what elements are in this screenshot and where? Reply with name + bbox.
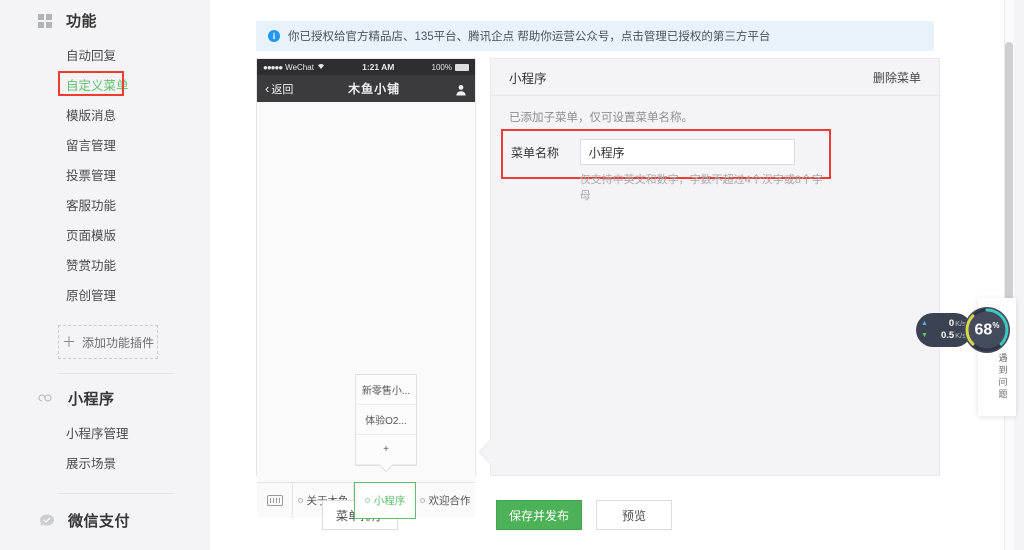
editor-title: 小程序 xyxy=(509,71,547,86)
sidebar-item-customer-service[interactable]: 客服功能 xyxy=(0,191,210,221)
page-scrollbar-thumb[interactable] xyxy=(1005,42,1013,310)
sidebar-feature-items: 自动回复 自定义菜单 模版消息 留言管理 投票管理 客服功能 页面模版 赞赏功能… xyxy=(0,41,210,311)
editor-pointer-arrow xyxy=(478,440,502,464)
sidebar-item-vote-manage[interactable]: 投票管理 xyxy=(0,161,210,191)
phone-back-button[interactable]: ‹ 返回 xyxy=(265,81,293,97)
grid-icon xyxy=(38,13,54,29)
submenu-dot-icon xyxy=(297,498,303,503)
menu-tab-miniprogram[interactable]: 小程序 xyxy=(354,482,416,519)
wechat-pay-icon xyxy=(38,512,56,530)
gauge-value: 68% xyxy=(975,321,1000,339)
sidebar-group-miniprogram-header[interactable]: 小程序 xyxy=(0,378,210,419)
chevron-left-icon: ‹ xyxy=(265,81,270,96)
editor-description: 已添加子菜单，仅可设置菜单名称。 xyxy=(509,112,693,124)
phone-preview: ●●●●● WeChat 1:21 AM 100% ‹ 返回 木鱼小铺 新零售小… xyxy=(256,58,476,519)
editor-header: 小程序 删除菜单 xyxy=(491,59,939,96)
preview-button[interactable]: 预览 xyxy=(596,500,672,530)
authorization-notice-banner: i 你已授权给官方精品店、135平台、腾讯企点 帮助你运营公众号，点击管理已授权… xyxy=(256,21,934,51)
sidebar-group-wechat-pay-title: 微信支付 xyxy=(68,513,131,530)
cpu-gauge-widget[interactable]: 68% xyxy=(964,307,1010,353)
sidebar-group-feature-header: 功能 xyxy=(0,0,210,41)
sidebar-item-page-template[interactable]: 页面模版 xyxy=(0,221,210,251)
download-speed-value: 0.5 xyxy=(940,330,955,341)
miniprogram-icon xyxy=(38,390,56,408)
sidebar-item-miniprogram-manage[interactable]: 小程序管理 xyxy=(0,419,210,449)
delete-menu-link[interactable]: 删除菜单 xyxy=(873,69,921,86)
sidebar-item-original-manage[interactable]: 原创管理 xyxy=(0,281,210,311)
sidebar-item-comment-manage[interactable]: 留言管理 xyxy=(0,131,210,161)
phone-status-bar: ●●●●● WeChat 1:21 AM 100% xyxy=(257,59,475,75)
page-scrollbar-track[interactable] xyxy=(1004,0,1014,550)
upload-arrow-icon: ▲ xyxy=(921,320,928,327)
phone-nav-bar: ‹ 返回 木鱼小铺 xyxy=(257,75,475,102)
gauge-number: 68 xyxy=(974,321,993,339)
phone-time: 1:21 AM xyxy=(362,62,395,72)
menu-name-hint: 仅支持中英文和数字，字数不超过4个汉字或8个字母 xyxy=(579,174,823,202)
gauge-percent-sign: % xyxy=(992,320,1000,330)
menu-name-input[interactable] xyxy=(579,139,795,165)
menu-tab-cooperation-label: 欢迎合作 xyxy=(428,495,471,507)
submenu-item-2[interactable]: 体验O2... xyxy=(356,405,416,435)
submenu-dot-icon xyxy=(419,498,425,503)
menu-tab-cooperation[interactable]: 欢迎合作 xyxy=(415,483,475,518)
phone-back-label: 返回 xyxy=(271,83,294,96)
sidebar-item-auto-reply[interactable]: 自动回复 xyxy=(0,41,210,71)
carrier-label: WeChat xyxy=(285,62,314,72)
battery-icon xyxy=(455,63,469,71)
sidebar-divider-1 xyxy=(58,373,174,374)
battery-label: 100% xyxy=(431,62,452,72)
add-plugin-button[interactable]: ＋ 添加功能插件 xyxy=(58,325,158,359)
keyboard-icon xyxy=(266,495,283,506)
upload-speed-value: 0 xyxy=(948,318,955,329)
sidebar-item-template-message[interactable]: 模版消息 xyxy=(0,101,210,131)
phone-screen-body: 新零售小... 体验O2... + 关于木鱼 小程序 xyxy=(257,102,475,519)
submenu-popup: 新零售小... 体验O2... + xyxy=(355,374,417,473)
wifi-icon xyxy=(317,62,325,72)
plus-icon: ＋ xyxy=(61,334,76,350)
keyboard-toggle[interactable] xyxy=(257,483,293,518)
submenu-item-1[interactable]: 新零售小... xyxy=(356,375,416,405)
floating-help-label[interactable]: 遇到问题 xyxy=(996,352,1010,400)
sidebar-item-display-scene[interactable]: 展示场景 xyxy=(0,449,210,479)
phone-menu-bar: 关于木鱼 小程序 欢迎合作 xyxy=(257,482,475,519)
menu-tab-miniprogram-label: 小程序 xyxy=(373,495,406,507)
save-and-publish-button[interactable]: 保存并发布 xyxy=(496,500,582,530)
menu-name-label: 菜单名称 xyxy=(511,146,560,160)
sidebar-item-reward[interactable]: 赞赏功能 xyxy=(0,251,210,281)
notice-text[interactable]: 你已授权给官方精品店、135平台、腾讯企点 帮助你运营公众号，点击管理已授权的第… xyxy=(288,28,770,44)
sidebar: 功能 自动回复 自定义菜单 模版消息 留言管理 投票管理 客服功能 页面模版 赞… xyxy=(0,0,210,550)
sidebar-group-feature-title: 功能 xyxy=(66,13,98,30)
add-plugin-label: 添加功能插件 xyxy=(81,335,154,350)
sidebar-item-custom-menu[interactable]: 自定义菜单 xyxy=(0,71,210,101)
info-icon: i xyxy=(268,30,280,42)
sidebar-divider-2 xyxy=(58,493,174,494)
sidebar-group-wechat-pay[interactable]: 微信支付 xyxy=(0,500,210,541)
signal-dots-icon: ●●●●● xyxy=(263,62,283,72)
download-arrow-icon: ▼ xyxy=(921,332,928,339)
submenu-dot-icon xyxy=(364,498,370,503)
person-icon[interactable] xyxy=(455,83,467,95)
menu-name-field-highlight-box: 菜单名称 仅支持中英文和数字，字数不超过4个汉字或8个字母 xyxy=(501,129,831,202)
main-content: i 你已授权给官方精品店、135平台、腾讯企点 帮助你运营公众号，点击管理已授权… xyxy=(210,0,1014,550)
menu-editor-panel: 小程序 删除菜单 已添加子菜单，仅可设置菜单名称。 菜单名称 仅支持中英文和数字… xyxy=(478,58,940,476)
phone-account-title: 木鱼小铺 xyxy=(348,82,401,96)
sidebar-group-miniprogram-title: 小程序 xyxy=(68,391,115,408)
